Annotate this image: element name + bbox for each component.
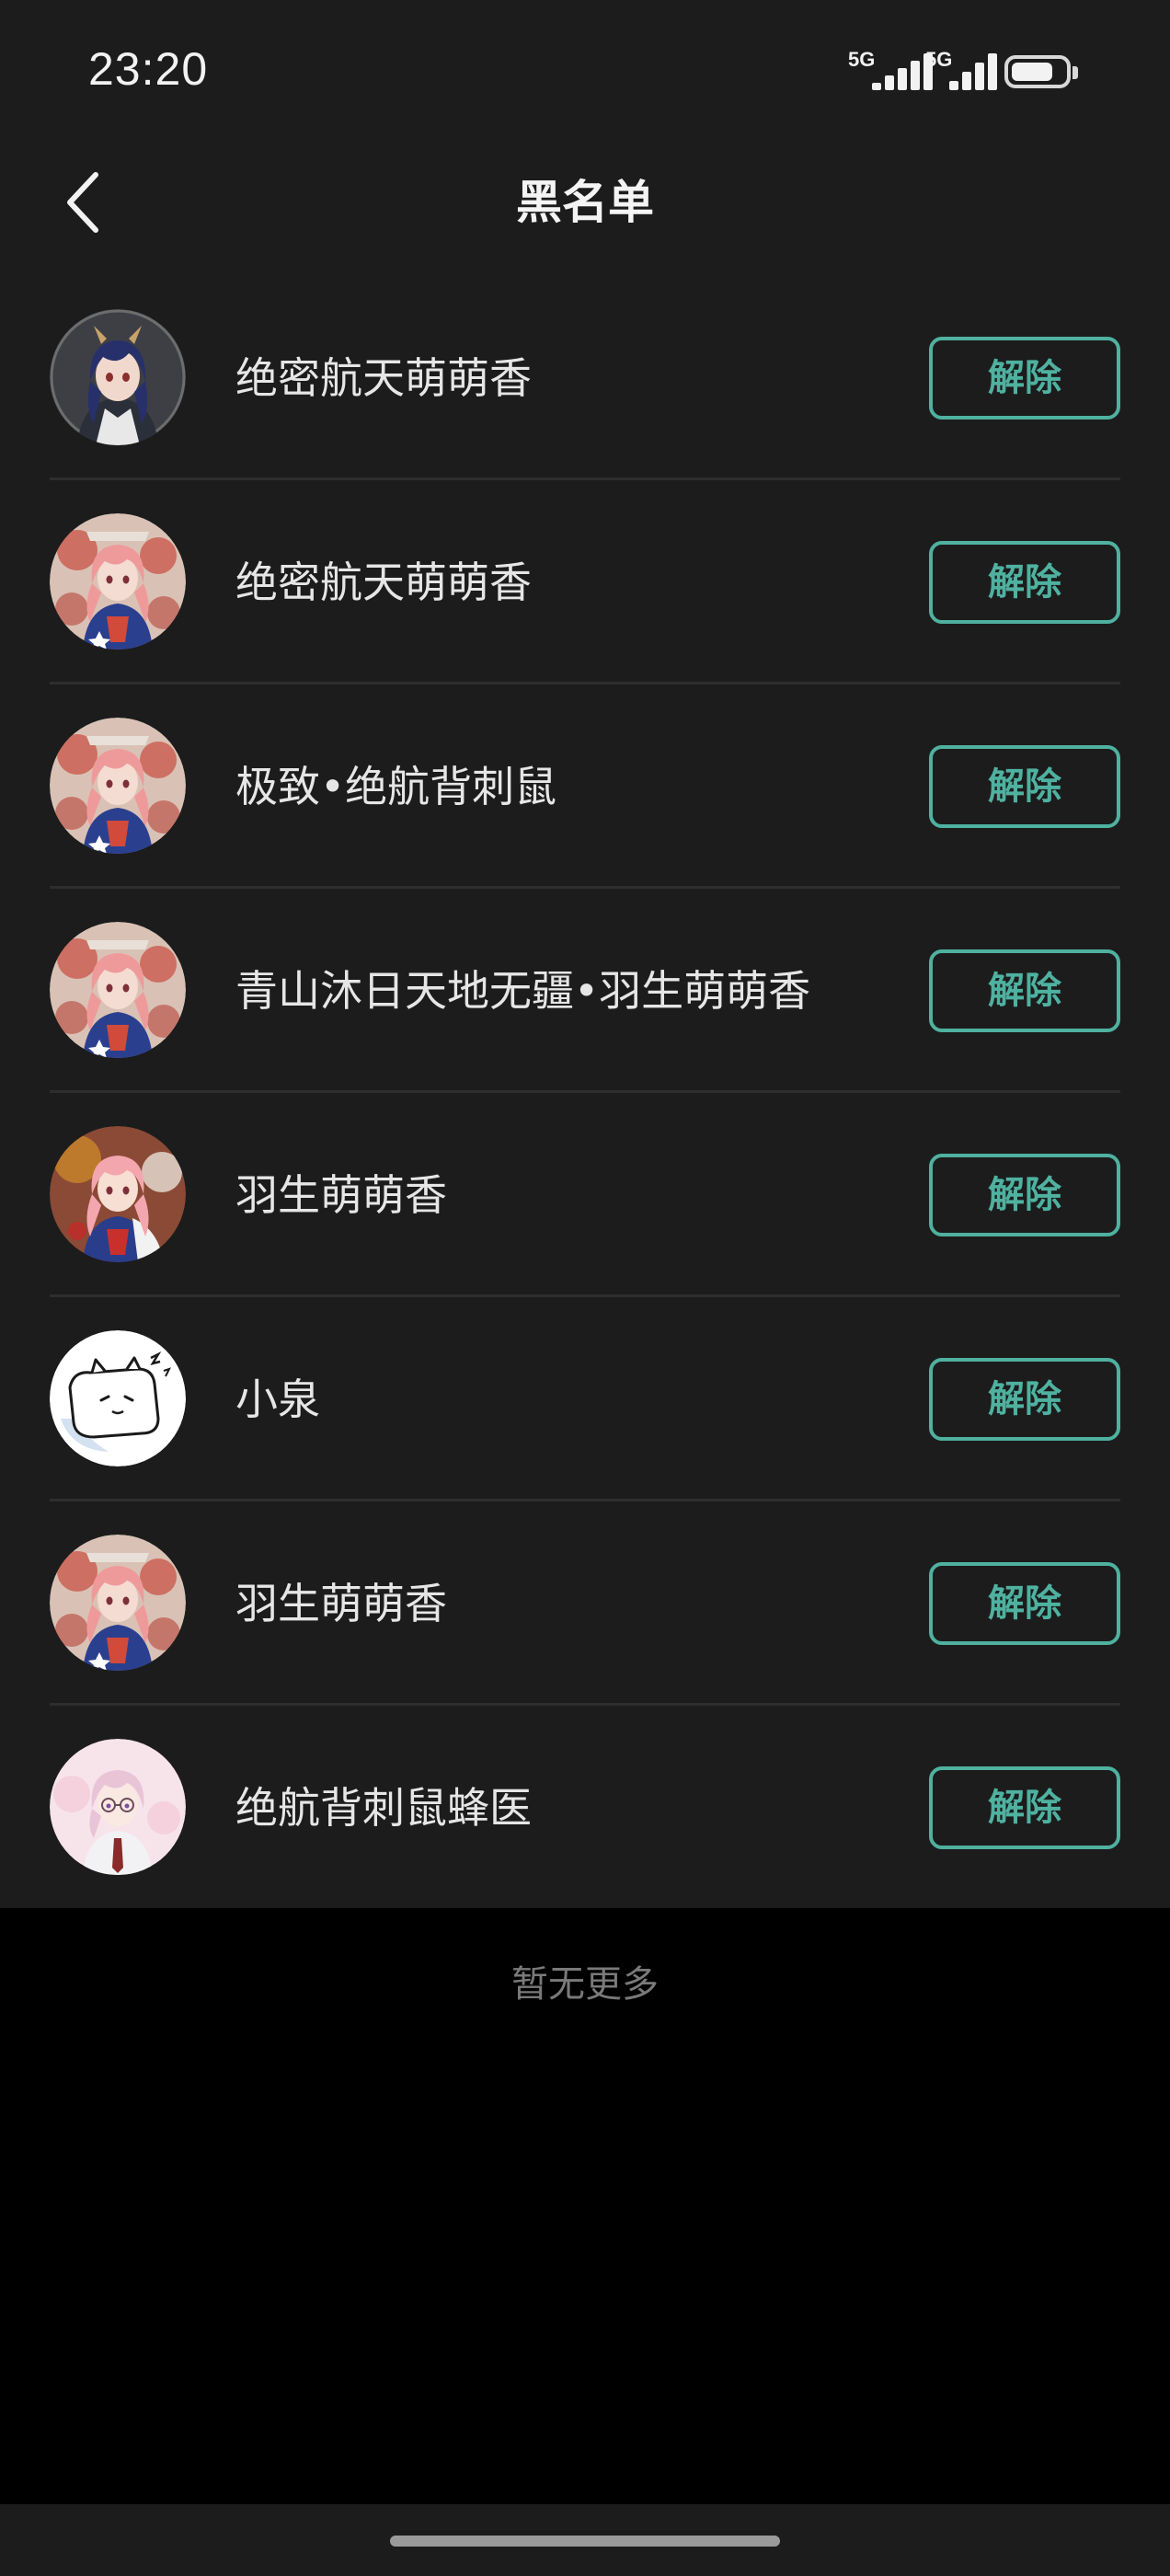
network-type-label: 5G <box>848 48 876 71</box>
status-time: 23:20 <box>88 43 209 95</box>
page-title: 黑名单 <box>516 176 654 229</box>
unblock-button[interactable]: 解除 <box>929 541 1120 624</box>
content-panel: 23:20 5G 5G 黑名单 绝密航天萌萌香 解除 绝密航天萌萌香 解除 极致… <box>0 0 1170 1908</box>
list-item[interactable]: 羽生萌萌香 解除 <box>0 1093 1170 1297</box>
list-item[interactable]: 小泉 解除 <box>0 1297 1170 1501</box>
page-header: 黑名单 <box>0 138 1170 267</box>
unblock-button[interactable]: 解除 <box>929 337 1120 420</box>
list-item[interactable]: 绝密航天萌萌香 解除 <box>0 276 1170 480</box>
unblock-button[interactable]: 解除 <box>929 1154 1120 1236</box>
avatar[interactable] <box>50 1126 186 1262</box>
network-type-label: 5G <box>925 48 953 71</box>
user-name: 羽生萌萌香 <box>235 1170 447 1220</box>
list-item[interactable]: 绝密航天萌萌香 解除 <box>0 480 1170 684</box>
user-name: 青山沐日天地无疆•羽生萌萌香 <box>235 966 811 1016</box>
home-indicator[interactable] <box>390 2536 780 2547</box>
battery-cap <box>1072 66 1078 79</box>
avatar[interactable] <box>50 1739 186 1875</box>
no-more-label: 暂无更多 <box>511 1963 659 2006</box>
user-name: 绝密航天萌萌香 <box>235 558 532 607</box>
list-item[interactable]: 绝航背刺鼠蜂医 解除 <box>0 1706 1170 1910</box>
blacklist-screen: 23:20 5G 5G 黑名单 绝密航天萌萌香 解除 绝密航天萌萌香 解除 极致… <box>0 0 1170 2576</box>
unblock-button[interactable]: 解除 <box>929 1562 1120 1645</box>
navigation-bar <box>0 2504 1170 2576</box>
unblock-button[interactable]: 解除 <box>929 1766 1120 1849</box>
avatar[interactable] <box>50 718 186 854</box>
list-item[interactable]: 青山沐日天地无疆•羽生萌萌香 解除 <box>0 889 1170 1093</box>
unblock-button[interactable]: 解除 <box>929 745 1120 828</box>
avatar[interactable] <box>50 922 186 1058</box>
avatar[interactable] <box>50 1330 186 1466</box>
status-bar: 23:20 5G 5G <box>0 0 1170 138</box>
user-name: 小泉 <box>235 1374 320 1424</box>
list-item[interactable]: 羽生萌萌香 解除 <box>0 1501 1170 1706</box>
avatar[interactable] <box>50 1535 186 1671</box>
unblock-button[interactable]: 解除 <box>929 1358 1120 1441</box>
avatar[interactable] <box>50 309 186 445</box>
user-name: 绝密航天萌萌香 <box>235 353 532 403</box>
unblock-button[interactable]: 解除 <box>929 949 1120 1032</box>
user-name: 极致•绝航背刺鼠 <box>235 762 557 811</box>
list-item[interactable]: 极致•绝航背刺鼠 解除 <box>0 684 1170 889</box>
user-name: 绝航背刺鼠蜂医 <box>235 1783 532 1833</box>
signal-2-icon: 5G <box>925 48 1017 96</box>
user-name: 羽生萌萌香 <box>235 1579 447 1628</box>
battery-icon <box>1004 55 1071 88</box>
avatar[interactable] <box>50 513 186 650</box>
